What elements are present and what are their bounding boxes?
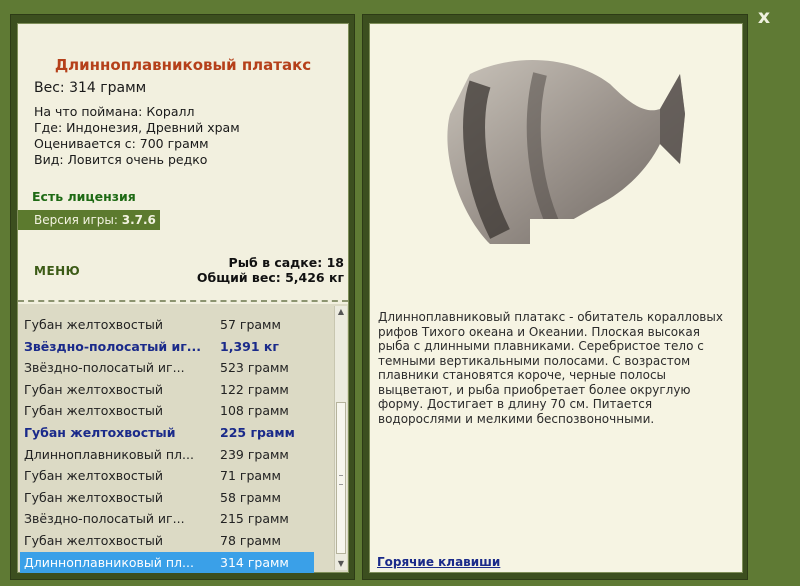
cage-stats: Рыб в садке: 18 Общий вес: 5,426 кг (197, 255, 344, 285)
info-rating: Оценивается с: 700 грамм (34, 136, 209, 151)
catch-item-weight: 239 грамм (220, 446, 289, 462)
catch-item-weight: 58 грамм (220, 489, 281, 505)
catch-item-name: Губан желтохвостый (24, 403, 163, 419)
catch-list-item[interactable]: Губан желтохвостый 78 грамм (20, 530, 314, 551)
divider (18, 300, 348, 302)
version-bar: Версия игры: 3.7.6 (18, 210, 160, 230)
catch-item-weight: 314 грамм (220, 554, 289, 570)
catch-item-name: Губан желтохвостый (24, 468, 163, 484)
catch-item-name: Губан желтохвостый (24, 489, 163, 505)
catch-item-name: Губан желтохвостый (24, 425, 176, 440)
license-status: Есть лицензия (32, 189, 136, 204)
scroll-down-icon[interactable]: ▼ (335, 558, 347, 570)
catch-item-name: Губан желтохвостый (24, 533, 163, 548)
catch-list-item[interactable]: Губан желтохвостый 122 грамм (20, 379, 314, 400)
catch-list-item[interactable]: Длинноплавниковый пл... 314 грамм (20, 551, 314, 573)
fish-title: Длинноплавниковый платакс (54, 56, 312, 74)
catch-list: Губан желтохвостый 57 грамм Звёздно-полоса… (18, 304, 348, 573)
catch-list-item[interactable]: Губан желтохвостый 225 грамм (20, 422, 314, 443)
catch-list-item[interactable]: Губан желтохвостый 58 грамм (20, 487, 314, 508)
fish-weight: Вес: 314 грамм (34, 80, 147, 96)
catch-list-item[interactable]: Звёздно-полосатый иг... 523 грамм (20, 357, 314, 378)
scroll-thumb[interactable] (336, 402, 346, 554)
menu-button[interactable]: МЕНЮ (34, 264, 80, 278)
fish-description: Длинноплавниковый платакс - обитатель ко… (378, 310, 723, 426)
fish-info-content: Длинноплавниковый платакс Вес: 314 грамм… (17, 23, 349, 573)
grip-icon (339, 475, 343, 485)
close-icon[interactable]: x (752, 6, 776, 28)
catch-list-item[interactable]: Губан желтохвостый 108 грамм (20, 400, 314, 421)
catch-item-weight: 215 грамм (220, 511, 289, 527)
fish-info-lines: На что поймана: Коралл Где: Индонезия, Д… (34, 104, 240, 168)
total-weight: Общий вес: 5,426 кг (196, 270, 344, 285)
catch-list-scrollbar[interactable]: ▲ ▼ (334, 306, 347, 570)
version-label: Версия игры: (34, 213, 118, 227)
catch-list-item[interactable]: Звёздно-полосатый иг... 215 грамм (20, 508, 314, 529)
hotkeys-link[interactable]: Горячие клавиши (377, 555, 500, 569)
catch-item-weight: 108 грамм (220, 403, 289, 419)
catch-item-weight: 71 грамм (220, 468, 281, 484)
fish-description-panel: Длинноплавниковый платакс - обитатель ко… (362, 14, 748, 580)
catch-item-name: Звёздно-полосатый иг... (24, 511, 185, 527)
catch-item-weight: 523 грамм (220, 360, 289, 376)
fish-count: Рыб в садке: 18 (228, 255, 344, 270)
catch-item-name: Длинноплавниковый пл... (24, 554, 194, 570)
catch-item-name: Звёздно-полосатый иг... (24, 338, 202, 354)
catch-list-item[interactable]: Звёздно-полосатый иг... 1,391 кг (20, 336, 314, 357)
catch-item-weight: 225 грамм (220, 425, 295, 440)
scroll-up-icon[interactable]: ▲ (335, 306, 347, 318)
catch-item-name: Губан желтохвостый (24, 317, 163, 332)
catch-list-item[interactable]: Длинноплавниковый пл... 239 грамм (20, 444, 314, 465)
catch-item-weight: 1,391 кг (220, 338, 279, 354)
catch-item-name: Губан желтохвостый (24, 381, 163, 397)
catch-list-item[interactable]: Губан желтохвостый 57 грамм (20, 314, 314, 335)
info-location: Где: Индонезия, Древний храм (34, 120, 240, 135)
info-rarity: Вид: Ловится очень редко (34, 152, 208, 167)
catch-item-weight: 122 грамм (220, 381, 289, 397)
catch-item-weight: 57 грамм (220, 317, 281, 332)
catch-list-item[interactable]: Губан желтохвостый 71 грамм (20, 465, 314, 486)
catch-item-name: Длинноплавниковый пл... (24, 446, 194, 462)
info-bait: На что поймана: Коралл (34, 104, 195, 119)
fish-description-content: Длинноплавниковый платакс - обитатель ко… (369, 23, 743, 573)
fish-info-panel: Длинноплавниковый платакс Вес: 314 грамм… (10, 14, 355, 580)
catch-item-name: Звёздно-полосатый иг... (24, 360, 185, 376)
version-value: 3.7.6 (121, 213, 156, 227)
fish-image (447, 60, 690, 254)
catch-item-weight: 78 грамм (220, 533, 281, 548)
